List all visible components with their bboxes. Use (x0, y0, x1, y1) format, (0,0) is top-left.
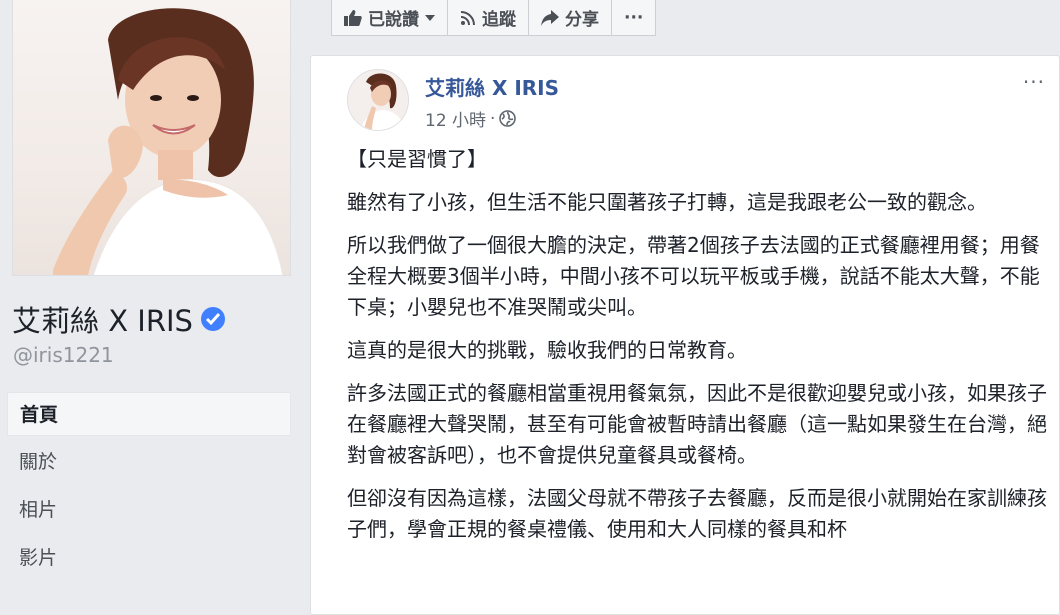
page-handle[interactable]: @iris1221 (13, 343, 114, 367)
post-author[interactable]: 艾莉絲 X IRIS (425, 72, 559, 101)
thumbs-up-icon (344, 9, 362, 26)
left-column: 艾莉絲 X IRIS @iris1221 首頁 關於 相片 影片 (0, 0, 306, 596)
profile-photo-image (13, 0, 290, 275)
post-time[interactable]: 12 小時 (425, 106, 486, 131)
follow-button[interactable]: 追蹤 (448, 0, 529, 36)
post-paragraph: 許多法國正式的餐廳相當重視用餐氣氛，因此不是很歡迎嬰兒或小孩，如果孩子在餐廳裡大… (347, 381, 1047, 467)
meta-separator: · (490, 108, 496, 129)
more-button[interactable]: ··· (612, 0, 657, 36)
post-paragraph: 這真的是很大的挑戰，驗收我們的日常教育。 (347, 338, 747, 362)
post-card: 艾莉絲 X IRIS 12 小時 · ··· 【只是習慣了】 雖然有了小孩，但生… (310, 55, 1060, 615)
nav-item-about[interactable]: 關於 (7, 440, 291, 484)
post-options-button[interactable]: ··· (1023, 70, 1045, 94)
page-action-bar: 已說讚 追蹤 分享 ··· (331, 0, 657, 38)
follow-label: 追蹤 (482, 10, 516, 30)
share-arrow-icon (541, 9, 559, 26)
post-avatar[interactable] (347, 69, 409, 131)
share-button[interactable]: 分享 (529, 0, 612, 36)
rss-icon (460, 10, 476, 26)
post-paragraph: 所以我們做了一個很大膽的決定，帶著2個孩子去法國的正式餐廳裡用餐；用餐全程大概要… (347, 233, 1040, 319)
nav-item-videos[interactable]: 影片 (7, 536, 291, 580)
post-paragraph: 雖然有了小孩，但生活不能只圍著孩子打轉，這是我跟老公一致的觀念。 (347, 190, 987, 214)
post-body: 【只是習慣了】 雖然有了小孩，但生活不能只圍著孩子打轉，這是我跟老公一致的觀念。… (347, 144, 1047, 557)
post-meta: 12 小時 · (425, 106, 517, 131)
page-name[interactable]: 艾莉絲 X IRIS (12, 298, 225, 340)
caret-down-icon (425, 14, 435, 21)
nav-item-home[interactable]: 首頁 (7, 392, 291, 436)
more-icon: ··· (624, 7, 644, 28)
globe-icon[interactable] (499, 110, 517, 127)
post-paragraph: 【只是習慣了】 (347, 147, 487, 171)
page-name-text: 艾莉絲 X IRIS (12, 304, 193, 338)
post-paragraph: 但卻沒有因為這樣，法國父母就不帶孩子去餐廳，反而是很小就開始在家訓練孩子們，學會… (347, 486, 1047, 541)
liked-label: 已說讚 (368, 10, 419, 30)
verified-check-icon (200, 307, 225, 331)
nav-item-photos[interactable]: 相片 (7, 488, 291, 532)
profile-photo[interactable] (12, 0, 291, 276)
share-label: 分享 (565, 10, 599, 30)
liked-button[interactable]: 已說讚 (331, 0, 448, 36)
page-nav: 首頁 關於 相片 影片 (7, 392, 291, 584)
